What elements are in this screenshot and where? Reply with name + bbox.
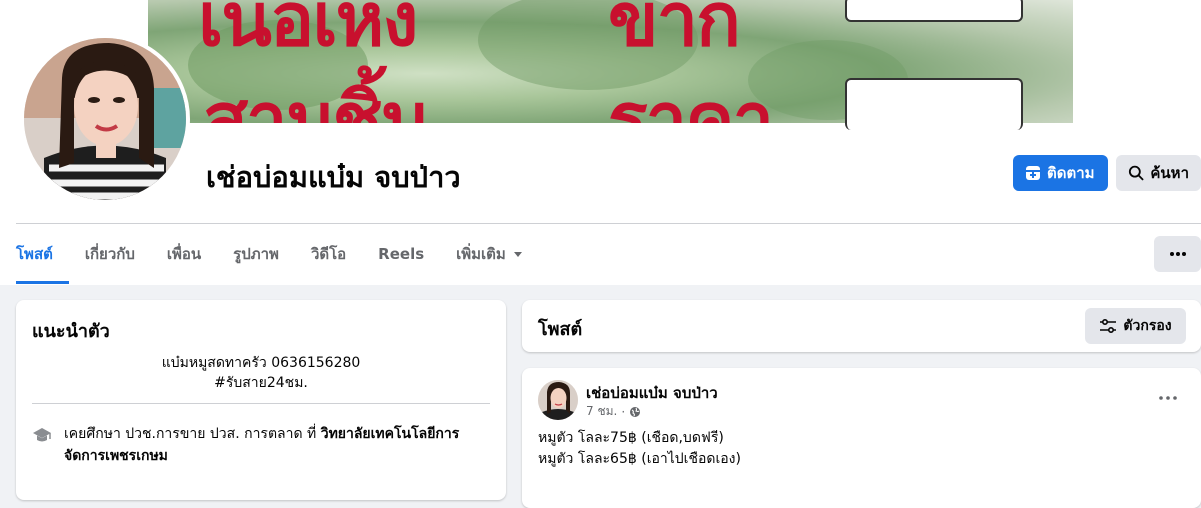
intro-title: แนะนำตัว	[32, 321, 110, 342]
post-card: เช่อบ่อมแบ๋ม จบป่าว 7 ชม. · หมูตัว โลละ7…	[522, 368, 1201, 508]
ellipsis-icon	[1169, 252, 1186, 256]
ellipsis-icon	[1159, 396, 1177, 400]
education-text: เคยศึกษา ปวช.การขาย ปวส. การตลาด ที่ วิท…	[64, 423, 490, 467]
page-title: เช่อบ่อมแบ๋ม จบป่าว	[206, 160, 461, 194]
follow-label: ติดตาม	[1047, 164, 1095, 182]
tab-posts[interactable]: โพสต์	[16, 236, 69, 284]
follow-page-icon	[1026, 166, 1040, 180]
meta-separator: ·	[621, 404, 626, 419]
intro-education: เคยศึกษา ปวช.การขาย ปวส. การตลาด ที่ วิท…	[32, 423, 490, 467]
post-text-line: หมูตัว โลละ65฿ (เอาไปเชือดเอง)	[538, 451, 741, 467]
intro-bio: แบ๋มหมูสดทาครัว 0636156280 #รับสาย24ชม.	[16, 353, 506, 393]
tab-videos[interactable]: วิดีโอ	[295, 236, 362, 284]
more-options-button[interactable]	[1154, 236, 1201, 272]
profile-photo-icon	[24, 38, 186, 200]
tab-reels[interactable]: Reels	[362, 236, 440, 284]
tab-more[interactable]: เพิ่มเติม	[440, 236, 540, 284]
filter-button[interactable]: ตัวกรอง	[1085, 308, 1186, 344]
follow-button[interactable]: ติดตาม	[1013, 155, 1108, 191]
header-divider	[16, 223, 1201, 224]
tab-photos[interactable]: รูปภาพ	[217, 236, 295, 284]
graduation-cap-icon	[33, 428, 51, 442]
chevron-down-icon	[513, 252, 522, 257]
post-options-button[interactable]	[1156, 390, 1180, 406]
cover-price-box	[845, 0, 1023, 22]
search-button[interactable]: ค้นหา	[1116, 155, 1201, 191]
globe-icon	[630, 406, 641, 417]
post-author-photo-icon	[538, 380, 578, 420]
bio-line: #รับสาย24ชม.	[214, 375, 308, 391]
tab-about[interactable]: เกี่ยวกับ	[69, 236, 151, 284]
profile-header: เนอเหง ขาก สามชิ้น ราคา เช่อบ่อมแบ๋ม จบป…	[0, 0, 1201, 285]
profile-avatar[interactable]	[20, 34, 190, 204]
education-prefix: เคยศึกษา ปวช.การขาย ปวส. การตลาด ที่	[64, 426, 321, 442]
search-label: ค้นหา	[1150, 164, 1189, 182]
profile-tabs: โพสต์ เกี่ยวกับ เพื่อน รูปภาพ วิดีโอ Ree…	[16, 236, 540, 284]
tab-label: รูปภาพ	[233, 245, 279, 263]
intro-divider	[32, 403, 490, 404]
post-timestamp[interactable]: 7 ชม.	[586, 402, 617, 421]
tab-label: เกี่ยวกับ	[84, 245, 135, 263]
tab-friends[interactable]: เพื่อน	[151, 236, 217, 284]
post-meta: 7 ชม. ·	[586, 402, 641, 421]
posts-header-card: โพสต์ ตัวกรอง	[522, 300, 1201, 352]
cover-text-2-left: สามชิ้น	[203, 77, 431, 123]
post-text-line: หมูตัว โลละ75฿ (เชือด,บดฟรี)	[538, 430, 724, 446]
cover-text-2-right: ราคา	[608, 77, 774, 123]
tab-label: Reels	[378, 245, 425, 263]
search-icon	[1128, 165, 1144, 181]
tab-label: วิดีโอ	[310, 245, 347, 263]
tab-label: โพสต์	[16, 245, 53, 263]
filter-label: ตัวกรอง	[1123, 318, 1172, 334]
intro-card: แนะนำตัว แบ๋มหมูสดทาครัว 0636156280 #รับ…	[16, 300, 506, 500]
tab-label: เพื่อน	[166, 245, 202, 263]
post-author-avatar[interactable]	[538, 380, 578, 420]
bio-line: แบ๋มหมูสดทาครัว 0636156280	[161, 355, 361, 371]
posts-title: โพสต์	[538, 319, 583, 340]
filter-sliders-icon	[1100, 319, 1117, 333]
post-body: หมูตัว โลละ75฿ (เชือด,บดฟรี) หมูตัว โลละ…	[538, 428, 741, 470]
tab-label: เพิ่มเติม	[456, 245, 506, 263]
cover-price-box	[845, 78, 1023, 130]
